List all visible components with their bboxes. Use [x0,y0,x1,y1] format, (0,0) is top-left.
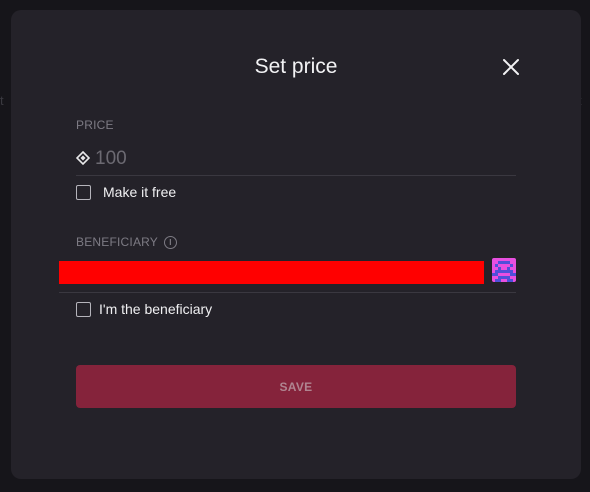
price-label: PRICE [76,118,114,132]
make-free-checkbox[interactable] [76,184,91,200]
beneficiary-label-group: BENEFICIARY i [76,235,177,249]
self-beneficiary-label: I'm the beneficiary [99,301,213,317]
close-button[interactable] [500,56,522,78]
modal-title: Set price [254,55,338,78]
beneficiary-address-redacted[interactable] [59,261,484,284]
diamond-icon [76,151,90,165]
save-button[interactable]: SAVE [76,365,516,408]
make-free-label: Make it free [103,184,177,200]
set-price-modal: Set price PRICE Make it free BENEFICIARY… [11,10,581,479]
info-icon[interactable]: i [164,235,177,249]
self-beneficiary-checkbox[interactable] [76,301,91,317]
close-icon [503,59,519,75]
beneficiary-label: BENEFICIARY [76,235,158,249]
price-input[interactable] [95,148,475,170]
avatar [492,258,516,282]
price-field [76,143,516,176]
backdrop-text: t [0,93,4,108]
beneficiary-field [59,258,516,293]
self-beneficiary-option[interactable]: I'm the beneficiary [76,301,212,317]
make-free-option[interactable]: Make it free [76,184,176,200]
